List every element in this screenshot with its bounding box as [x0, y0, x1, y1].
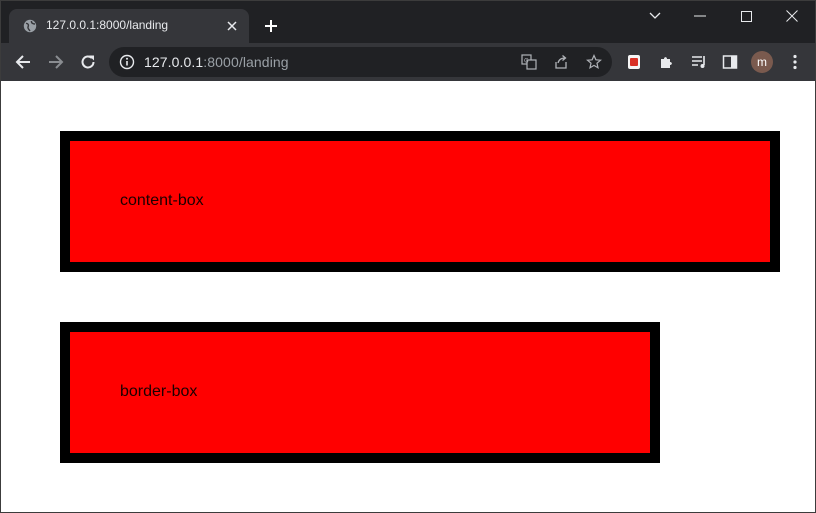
- reading-list-icon[interactable]: [687, 50, 711, 74]
- tab-strip: 127.0.0.1:8000/landing: [1, 1, 815, 43]
- tab-search-chevron-icon[interactable]: [632, 4, 678, 28]
- border-box-label: border-box: [120, 383, 198, 400]
- globe-icon: [23, 19, 37, 33]
- new-tab-plus-icon[interactable]: [262, 17, 280, 35]
- extension-pdf-icon[interactable]: [622, 50, 646, 74]
- close-window-icon[interactable]: [769, 4, 815, 28]
- translate-icon[interactable]: G: [520, 53, 538, 71]
- site-info-icon[interactable]: [119, 54, 135, 70]
- address-host: 127.0.0.1: [144, 54, 204, 70]
- back-arrow-icon[interactable]: [11, 50, 35, 74]
- svg-text:G: G: [524, 58, 529, 65]
- share-icon[interactable]: [552, 53, 570, 71]
- tab-title: 127.0.0.1:8000/landing: [46, 18, 169, 32]
- address-bar[interactable]: 127.0.0.1:8000/landing G: [109, 47, 612, 77]
- tab-active[interactable]: 127.0.0.1:8000/landing: [9, 9, 249, 43]
- address-path: :8000/landing: [203, 54, 289, 70]
- bookmark-star-icon[interactable]: [585, 53, 603, 71]
- minimize-icon[interactable]: [677, 4, 723, 28]
- content-box-label: content-box: [120, 192, 204, 209]
- menu-kebab-icon[interactable]: [783, 50, 807, 74]
- border-box-demo: border-box: [60, 322, 660, 463]
- reload-icon[interactable]: [76, 50, 100, 74]
- profile-avatar[interactable]: m: [751, 51, 773, 73]
- address-url[interactable]: 127.0.0.1:8000/landing: [144, 54, 289, 70]
- tab-close-icon[interactable]: [223, 17, 241, 35]
- extensions-puzzle-icon[interactable]: [654, 50, 678, 74]
- page-viewport: content-box border-box: [1, 81, 815, 512]
- browser-window: 127.0.0.1:8000/landing 127.0.0.1:8000/la…: [0, 0, 816, 513]
- forward-arrow-icon[interactable]: [44, 50, 68, 74]
- toolbar: 127.0.0.1:8000/landing G m: [1, 43, 815, 81]
- maximize-icon[interactable]: [723, 4, 769, 28]
- content-box-demo: content-box: [60, 131, 780, 272]
- side-panel-icon[interactable]: [718, 50, 742, 74]
